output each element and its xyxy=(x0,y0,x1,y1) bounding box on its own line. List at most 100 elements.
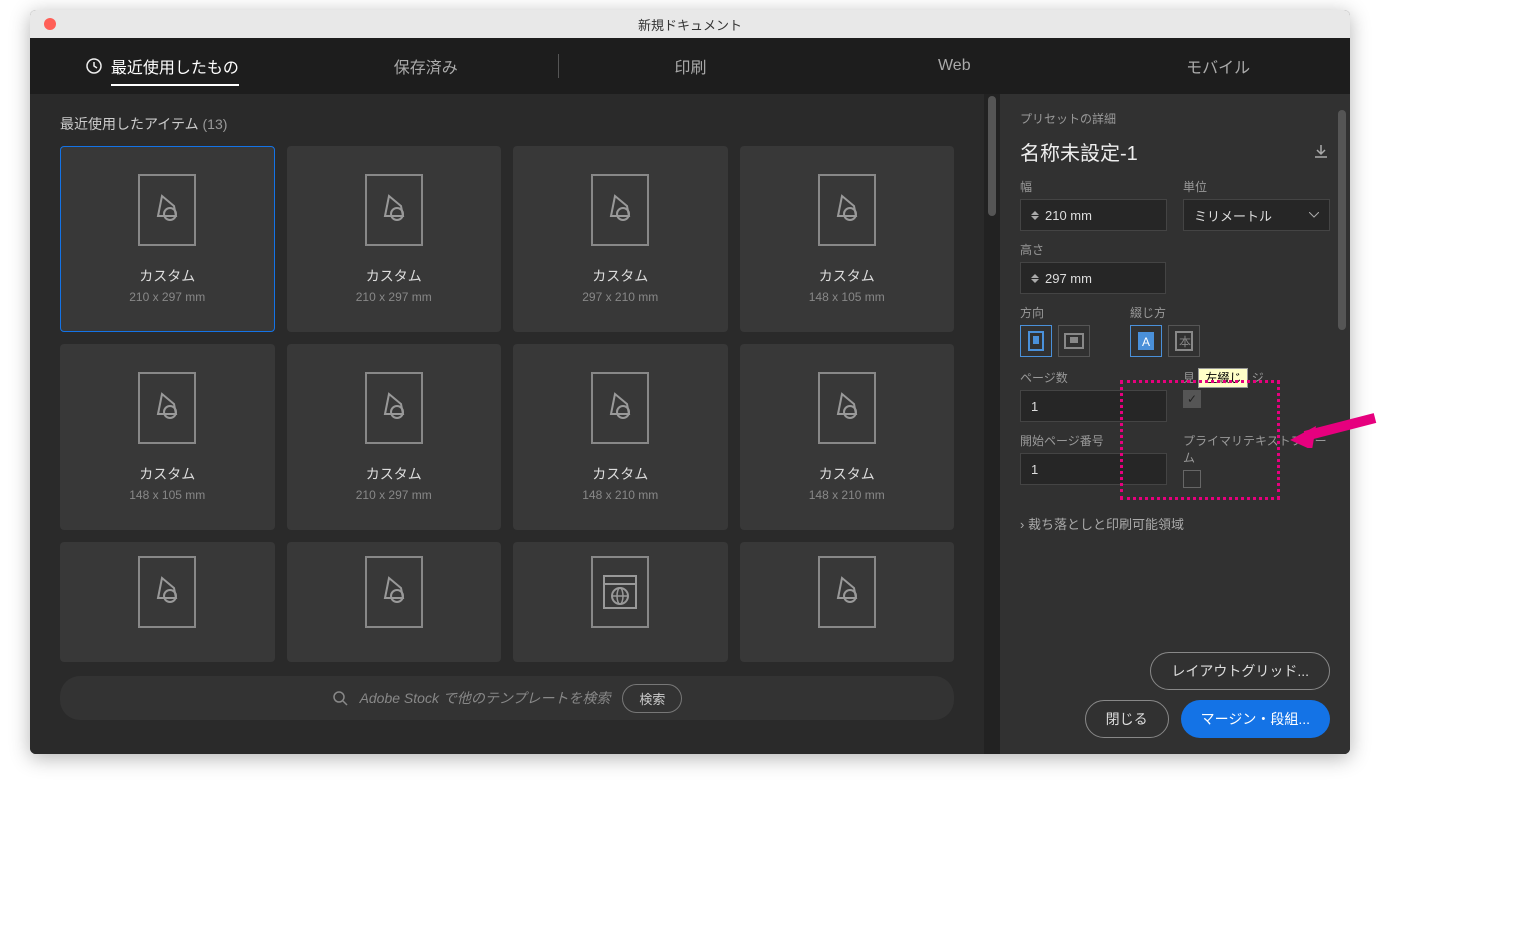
preset-details-heading: プリセットの詳細 xyxy=(1020,110,1330,127)
document-name[interactable]: 名称未設定-1 xyxy=(1020,137,1138,166)
preset-card[interactable]: カスタム 148 x 105 mm xyxy=(740,146,955,332)
width-value: 210 mm xyxy=(1045,208,1092,223)
binding-right-button[interactable]: 本 xyxy=(1168,325,1200,357)
adobe-stock-search-bar: Adobe Stock で他のテンプレートを検索 検索 xyxy=(60,676,954,720)
height-stepper[interactable] xyxy=(1031,274,1039,283)
preset-card[interactable]: カスタム 148 x 210 mm xyxy=(513,344,728,530)
pages-value: 1 xyxy=(1031,399,1038,414)
width-input[interactable]: 210 mm xyxy=(1020,199,1167,231)
preset-card-dimensions: 210 x 297 mm xyxy=(129,290,205,304)
preset-card-dimensions: 210 x 297 mm xyxy=(356,290,432,304)
primary-text-frame-checkbox[interactable] xyxy=(1183,470,1201,488)
landscape-icon xyxy=(1064,333,1084,349)
document-icon xyxy=(365,174,423,246)
preset-card[interactable]: カスタム 148 x 105 mm xyxy=(60,344,275,530)
orientation-landscape-button[interactable] xyxy=(1058,325,1090,357)
window-close-button[interactable] xyxy=(44,18,56,30)
document-icon xyxy=(138,372,196,444)
preset-card-dimensions: 210 x 297 mm xyxy=(356,488,432,502)
annotation-arrow-icon xyxy=(1290,408,1380,448)
svg-text:本: 本 xyxy=(1179,335,1191,349)
binding-right-icon: 本 xyxy=(1175,331,1193,351)
tab-web[interactable]: Web xyxy=(822,38,1086,94)
stock-search-button[interactable]: 検索 xyxy=(622,684,682,713)
tab-recent-label: 最近使用したもの xyxy=(111,54,239,86)
preset-card-name: カスタム xyxy=(139,266,195,286)
preset-card-name: カスタム xyxy=(592,464,648,484)
document-icon xyxy=(138,556,196,628)
tab-recent[interactable]: 最近使用したもの xyxy=(30,38,294,94)
tab-saved[interactable]: 保存済み xyxy=(294,38,558,94)
preset-card[interactable]: カスタム 148 x 210 mm xyxy=(740,344,955,530)
scrollbar-thumb[interactable] xyxy=(1338,110,1346,330)
scrollbar-thumb[interactable] xyxy=(988,96,996,216)
binding-left-button[interactable]: A xyxy=(1130,325,1162,357)
preset-card-dimensions: 148 x 210 mm xyxy=(582,488,658,502)
preset-card-dimensions: 148 x 105 mm xyxy=(809,290,885,304)
height-input[interactable]: 297 mm xyxy=(1020,262,1166,294)
margin-columns-button[interactable]: マージン・段組... xyxy=(1181,700,1330,738)
document-icon xyxy=(818,556,876,628)
tab-web-label: Web xyxy=(938,57,971,75)
layout-grid-button[interactable]: レイアウトグリッド... xyxy=(1150,652,1330,690)
recent-items-count: (13) xyxy=(203,116,228,132)
presets-scrollbar[interactable] xyxy=(984,94,1000,754)
document-icon xyxy=(138,174,196,246)
width-label: 幅 xyxy=(1020,178,1167,195)
binding-label: 綴じ方 xyxy=(1130,304,1200,321)
document-icon xyxy=(591,174,649,246)
start-page-input[interactable]: 1 xyxy=(1020,453,1167,485)
clock-icon xyxy=(85,57,103,75)
facing-pages-label: 見 左綴じ ジ xyxy=(1183,369,1330,386)
height-label: 高さ xyxy=(1020,241,1166,258)
preset-card[interactable] xyxy=(287,542,502,662)
bleed-disclosure[interactable]: › 裁ち落としと印刷可能領域 xyxy=(1020,514,1330,533)
unit-label: 単位 xyxy=(1183,178,1330,195)
preset-card-name: カスタム xyxy=(592,266,648,286)
start-page-value: 1 xyxy=(1031,462,1038,477)
document-icon xyxy=(818,372,876,444)
facing-pages-checkbox[interactable]: ✓ xyxy=(1183,390,1201,408)
category-tabs: 最近使用したもの 保存済み 印刷 Web モバイル xyxy=(30,38,1350,94)
start-page-label: 開始ページ番号 xyxy=(1020,432,1167,449)
orientation-label: 方向 xyxy=(1020,304,1090,321)
tab-print[interactable]: 印刷 xyxy=(559,38,823,94)
tab-mobile[interactable]: モバイル xyxy=(1086,38,1350,94)
document-icon xyxy=(818,174,876,246)
height-value: 297 mm xyxy=(1045,271,1092,286)
new-document-dialog: 新規ドキュメント 最近使用したもの 保存済み 印刷 Web モバイル 最近使用し… xyxy=(30,10,1350,754)
preset-card[interactable] xyxy=(513,542,728,662)
chevron-right-icon: › xyxy=(1020,517,1024,532)
tab-mobile-label: モバイル xyxy=(1186,54,1250,78)
preset-card-dimensions: 297 x 210 mm xyxy=(582,290,658,304)
download-preset-icon[interactable] xyxy=(1312,143,1330,161)
preset-card[interactable]: カスタム 210 x 297 mm xyxy=(287,146,502,332)
search-icon xyxy=(332,690,348,706)
orientation-portrait-button[interactable] xyxy=(1020,325,1052,357)
recent-items-label: 最近使用したアイテム xyxy=(60,116,199,132)
unit-value: ミリメートル xyxy=(1194,206,1272,225)
tab-saved-label: 保存済み xyxy=(394,54,458,78)
width-stepper[interactable] xyxy=(1031,211,1039,220)
stock-search-placeholder[interactable]: Adobe Stock で他のテンプレートを検索 xyxy=(360,688,611,708)
preset-card[interactable]: カスタム 297 x 210 mm xyxy=(513,146,728,332)
preset-card[interactable]: カスタム 210 x 297 mm xyxy=(287,344,502,530)
preset-card-name: カスタム xyxy=(139,464,195,484)
close-button[interactable]: 閉じる xyxy=(1085,700,1169,738)
preset-card[interactable]: カスタム 210 x 297 mm xyxy=(60,146,275,332)
preset-card-name: カスタム xyxy=(366,464,422,484)
preset-card-dimensions: 148 x 105 mm xyxy=(129,488,205,502)
preset-grid: カスタム 210 x 297 mm カスタム 210 x 297 mm カスタム… xyxy=(60,146,954,662)
binding-left-icon: A xyxy=(1137,331,1155,351)
window-title: 新規ドキュメント xyxy=(638,15,742,34)
pages-input[interactable]: 1 xyxy=(1020,390,1167,422)
unit-select[interactable]: ミリメートル xyxy=(1183,199,1330,231)
document-icon xyxy=(591,372,649,444)
preset-card[interactable] xyxy=(740,542,955,662)
svg-text:A: A xyxy=(1142,335,1150,349)
portrait-icon xyxy=(1028,331,1044,351)
tab-print-label: 印刷 xyxy=(674,54,706,78)
globe-icon xyxy=(591,556,649,628)
recent-items-heading: 最近使用したアイテム (13) xyxy=(60,114,954,134)
preset-card[interactable] xyxy=(60,542,275,662)
